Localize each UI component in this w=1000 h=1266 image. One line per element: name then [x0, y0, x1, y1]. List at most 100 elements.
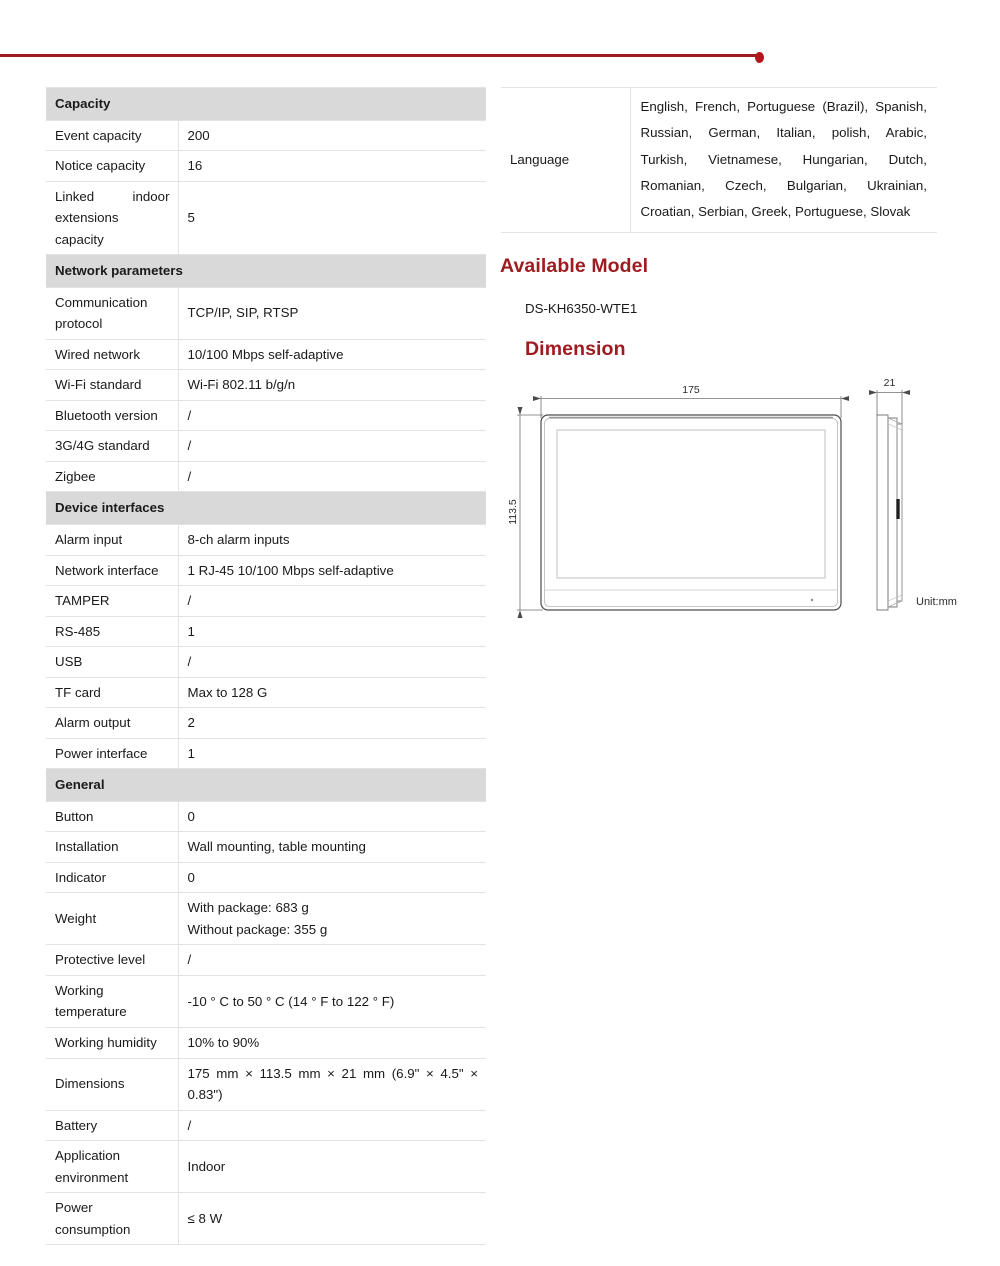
section-label: Capacity — [46, 87, 486, 121]
language-key: Language — [501, 87, 631, 233]
spec-value: / — [178, 460, 486, 493]
spec-key: Indicator — [46, 861, 179, 894]
spec-key: Working temperature — [46, 974, 179, 1029]
table-section-header: General — [46, 768, 486, 802]
spec-key: Linked indoor extensions capacity — [46, 180, 179, 256]
header-red-rule — [0, 54, 762, 57]
dimension-unit-label: Unit:mm — [916, 596, 957, 608]
dimension-heading: Dimension — [525, 338, 626, 360]
spec-key: Communication protocol — [46, 286, 179, 340]
table-section-header: Device interfaces — [46, 491, 486, 525]
table-row: TF card Max to 128 G — [46, 676, 486, 709]
spec-key: Dimensions — [46, 1057, 179, 1111]
dimension-depth-label: 21 — [884, 377, 896, 389]
spec-value: / — [178, 646, 486, 678]
spec-value: 2 — [178, 707, 486, 739]
table-row: Protective level / — [46, 944, 486, 976]
table-row: TAMPER / — [46, 585, 486, 617]
spec-key: Application environment — [46, 1140, 179, 1194]
spec-value: Max to 128 G — [178, 676, 486, 709]
language-value: English, French, Portuguese (Brazil), Sp… — [630, 87, 937, 233]
spec-value: 16 — [178, 150, 486, 182]
table-row: 3G/4G standard / — [46, 430, 486, 462]
spec-value: / — [178, 944, 486, 976]
spec-key: Button — [46, 800, 179, 833]
table-row: Communication protocol TCP/IP, SIP, RTSP — [46, 286, 486, 340]
spec-value: 200 — [178, 119, 486, 152]
model-number: DS-KH6350-WTE1 — [525, 301, 638, 316]
spec-key: Working humidity — [46, 1027, 179, 1059]
table-row: Network interface 1 RJ-45 10/100 Mbps sel… — [46, 554, 486, 587]
spec-value: TCP/IP, SIP, RTSP — [178, 286, 486, 340]
specifications-table: Capacity Event capacity 200 Notice capacity… — [46, 87, 486, 1246]
red-dot-icon — [755, 52, 764, 63]
table-row: Language English, French, Portuguese (Br… — [501, 87, 937, 233]
table-row: Bluetooth version / — [46, 399, 486, 432]
table-row: Wi-Fi standard Wi-Fi 802.11 b/g/n — [46, 369, 486, 401]
spec-key: Power consumption — [46, 1192, 179, 1246]
table-row: Weight With package: 683 g Without package… — [46, 892, 486, 946]
available-model-heading: Available Model — [500, 255, 649, 277]
spec-value: 10% to 90% — [178, 1027, 486, 1059]
indicator-dot-icon — [810, 598, 814, 602]
spec-key: Wired network — [46, 338, 179, 371]
dimension-drawing: 175 113.5 21 Unit:mm — [505, 368, 975, 623]
spec-key: Weight — [46, 892, 179, 946]
spec-value: 0 — [178, 800, 486, 833]
spec-key: Event capacity — [46, 119, 179, 152]
spec-value: 8-ch alarm inputs — [178, 523, 486, 556]
table-row: Event capacity 200 — [46, 119, 486, 152]
table-row: Power consumption ≤ 8 W — [46, 1192, 486, 1246]
spec-value: ≤ 8 W — [178, 1192, 486, 1246]
spec-key: Notice capacity — [46, 150, 179, 182]
spec-value: 1 RJ-45 10/100 Mbps self-adaptive — [178, 554, 486, 587]
spec-value: / — [178, 585, 486, 617]
table-row: Linked indoor extensions capacity 5 — [46, 180, 486, 256]
language-table: Language English, French, Portuguese (Br… — [501, 87, 937, 233]
table-row: Battery / — [46, 1109, 486, 1142]
spec-key: RS-485 — [46, 615, 179, 648]
spec-value: / — [178, 1109, 486, 1142]
spec-key: Battery — [46, 1109, 179, 1142]
spec-value: 10/100 Mbps self-adaptive — [178, 338, 486, 371]
spec-value: Wi-Fi 802.11 b/g/n — [178, 369, 486, 401]
spec-value: 1 — [178, 615, 486, 648]
table-row: RS-485 1 — [46, 615, 486, 648]
spec-key: 3G/4G standard — [46, 430, 179, 462]
section-label: Network parameters — [46, 254, 486, 288]
spec-key: Wi-Fi standard — [46, 369, 179, 401]
table-row: Application environment Indoor — [46, 1140, 486, 1194]
table-row: Indicator 0 — [46, 861, 486, 894]
table-row: USB / — [46, 646, 486, 678]
spec-key: USB — [46, 646, 179, 678]
spec-value: Indoor — [178, 1140, 486, 1194]
table-row: Zigbee / — [46, 460, 486, 493]
spec-value: With package: 683 g Without package: 355 … — [178, 892, 486, 946]
section-label: General — [46, 768, 486, 802]
table-row: Alarm output 2 — [46, 707, 486, 739]
table-row: Notice capacity 16 — [46, 150, 486, 182]
spec-value: 1 — [178, 737, 486, 770]
spec-key: Bluetooth version — [46, 399, 179, 432]
spec-key: TF card — [46, 676, 179, 709]
table-row: Alarm input 8-ch alarm inputs — [46, 523, 486, 556]
table-row: Working temperature -10 ° C to 50 ° C (14… — [46, 974, 486, 1029]
spec-value: 175 mm × 113.5 mm × 21 mm (6.9" × 4.5" ×… — [178, 1057, 486, 1111]
spec-key: Protective level — [46, 944, 179, 976]
spec-key: Alarm input — [46, 523, 179, 556]
side-port-slot-icon — [896, 499, 900, 519]
spec-key: Network interface — [46, 554, 179, 587]
spec-value: Wall mounting, table mounting — [178, 831, 486, 863]
table-row: Working humidity 10% to 90% — [46, 1027, 486, 1059]
table-row: Wired network 10/100 Mbps self-adaptive — [46, 338, 486, 371]
spec-value: 0 — [178, 861, 486, 894]
spec-key: Power interface — [46, 737, 179, 770]
spec-key: Installation — [46, 831, 179, 863]
spec-value: / — [178, 430, 486, 462]
table-row: Button 0 — [46, 800, 486, 833]
spec-key: Zigbee — [46, 460, 179, 493]
spec-key: Alarm output — [46, 707, 179, 739]
spec-value: 5 — [178, 180, 486, 256]
table-section-header: Capacity — [46, 87, 486, 121]
dimension-width-label: 175 — [682, 384, 700, 396]
